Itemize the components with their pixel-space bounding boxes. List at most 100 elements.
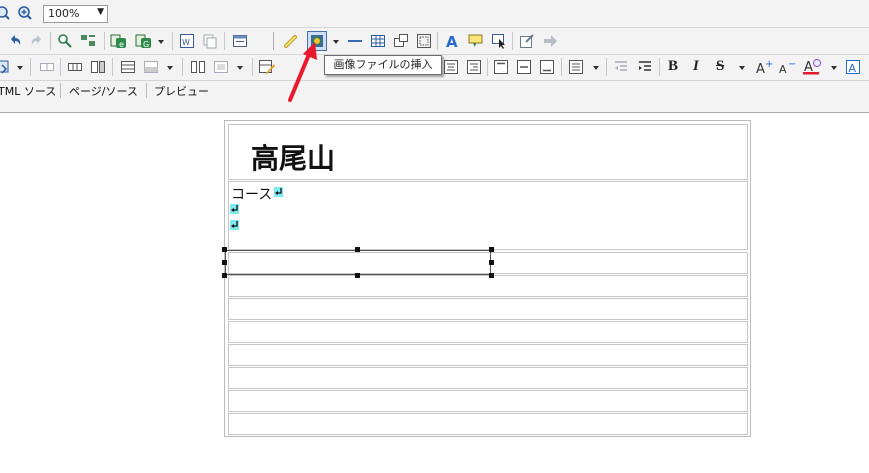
zoom-select[interactable]: 100% ▼ [43, 5, 108, 23]
chevron-down-icon[interactable] [828, 59, 840, 77]
svg-text:e: e [119, 40, 124, 49]
table-row[interactable] [228, 413, 748, 435]
italic-button[interactable]: I [693, 58, 699, 75]
table-row[interactable] [228, 321, 748, 343]
forward-icon[interactable] [541, 32, 559, 50]
outdent-icon[interactable] [612, 58, 630, 76]
valign-middle-icon[interactable] [515, 58, 533, 76]
delete-row-icon[interactable] [142, 58, 160, 76]
separator [30, 58, 31, 76]
separator [437, 32, 438, 50]
replace-icon[interactable] [80, 32, 98, 50]
chevron-down-icon[interactable] [234, 59, 246, 77]
list-icon[interactable] [567, 58, 585, 76]
find-icon[interactable] [56, 32, 74, 50]
edit-link-icon[interactable] [518, 32, 536, 50]
chevron-down-icon[interactable] [330, 33, 342, 51]
separator [224, 32, 225, 50]
horizontal-rule-icon[interactable] [346, 32, 364, 50]
table-row[interactable] [228, 298, 748, 320]
resize-handle[interactable] [489, 273, 494, 278]
tab-preview[interactable]: プレビュー [154, 83, 209, 99]
separator [146, 83, 147, 98]
svg-text:A: A [756, 62, 765, 75]
svg-text:G: G [143, 40, 149, 49]
split-cell-icon[interactable] [38, 58, 56, 76]
font-shrink-icon[interactable]: A − [778, 58, 796, 76]
zoom-toolbar: 100% ▼ [0, 0, 869, 28]
bold-button[interactable]: B [668, 58, 678, 75]
course-label: コース [231, 187, 273, 203]
separator [112, 58, 113, 76]
align-center-icon[interactable] [442, 58, 460, 76]
comment-icon[interactable] [467, 32, 485, 50]
resize-handle[interactable] [355, 273, 360, 278]
separator [487, 58, 488, 76]
layer-icon[interactable] [415, 32, 433, 50]
resize-handle[interactable] [222, 260, 227, 265]
line-break-icon [230, 204, 239, 214]
edit-table-icon[interactable] [258, 58, 276, 76]
zoom-in-icon[interactable] [16, 4, 34, 22]
tab-page-source[interactable]: ページ/ソース [69, 83, 138, 99]
svg-text:A: A [779, 63, 787, 75]
chevron-down-icon[interactable] [590, 59, 602, 77]
undo-icon[interactable] [6, 32, 24, 50]
table-row[interactable] [228, 275, 748, 297]
resize-handle[interactable] [489, 247, 494, 252]
text-style-icon[interactable]: A [443, 32, 461, 50]
insert-row-icon[interactable] [119, 58, 137, 76]
insert-element-icon[interactable]: G [135, 32, 153, 50]
valign-top-icon[interactable] [492, 58, 510, 76]
chevron-down-icon[interactable] [156, 33, 166, 51]
separator [60, 83, 61, 98]
selected-cell[interactable] [225, 250, 491, 275]
resize-handle[interactable] [489, 260, 494, 265]
table-row[interactable] [228, 390, 748, 412]
window-icon[interactable] [231, 32, 249, 50]
separator [252, 58, 253, 76]
valign-bottom-icon[interactable] [538, 58, 556, 76]
svg-text:A: A [849, 62, 857, 75]
properties-icon[interactable]: W [178, 32, 196, 50]
indent-icon[interactable] [636, 58, 654, 76]
font-grow-icon[interactable]: A + [755, 58, 773, 76]
redo-icon[interactable] [28, 32, 46, 50]
style-icon[interactable]: A [844, 58, 862, 76]
form-icon[interactable] [392, 32, 410, 50]
layout-table[interactable]: 高尾山 コース [224, 120, 751, 437]
zoom-out-icon[interactable] [0, 4, 12, 22]
chevron-down-icon: ▼ [97, 7, 104, 17]
merge-cells-icon[interactable] [189, 58, 207, 76]
separator [182, 58, 183, 76]
cursor-icon[interactable] [490, 32, 508, 50]
svg-text:+: + [765, 59, 773, 70]
resize-handle[interactable] [355, 247, 360, 252]
line-break-icon [230, 220, 239, 230]
copy-icon[interactable] [201, 32, 219, 50]
title-cell[interactable]: 高尾山 [228, 124, 748, 180]
delete-column-icon[interactable] [89, 58, 107, 76]
resize-handle[interactable] [222, 247, 227, 252]
tab-html-source[interactable]: TML ソース [0, 83, 56, 99]
separator [659, 58, 660, 76]
red-arrow-annotation [288, 42, 317, 102]
table-icon[interactable] [369, 32, 387, 50]
chevron-down-icon[interactable] [736, 59, 748, 77]
paragraph-icon[interactable] [0, 58, 14, 76]
table-row[interactable] [228, 367, 748, 389]
strikethrough-button[interactable]: S [716, 58, 724, 75]
font-color-icon[interactable]: A [802, 58, 824, 76]
page-title: 高尾山 [251, 142, 336, 175]
svg-text:W: W [182, 38, 190, 47]
course-cell[interactable]: コース [228, 181, 748, 250]
align-right-icon[interactable] [465, 58, 483, 76]
insert-column-icon[interactable] [66, 58, 84, 76]
insert-tag-icon[interactable]: e [110, 32, 128, 50]
cell-properties-icon[interactable] [212, 58, 230, 76]
table-row[interactable] [228, 344, 748, 366]
zoom-value: 100% [48, 7, 80, 20]
chevron-down-icon[interactable] [164, 59, 176, 77]
chevron-down-icon[interactable] [14, 59, 26, 77]
resize-handle[interactable] [222, 273, 227, 278]
